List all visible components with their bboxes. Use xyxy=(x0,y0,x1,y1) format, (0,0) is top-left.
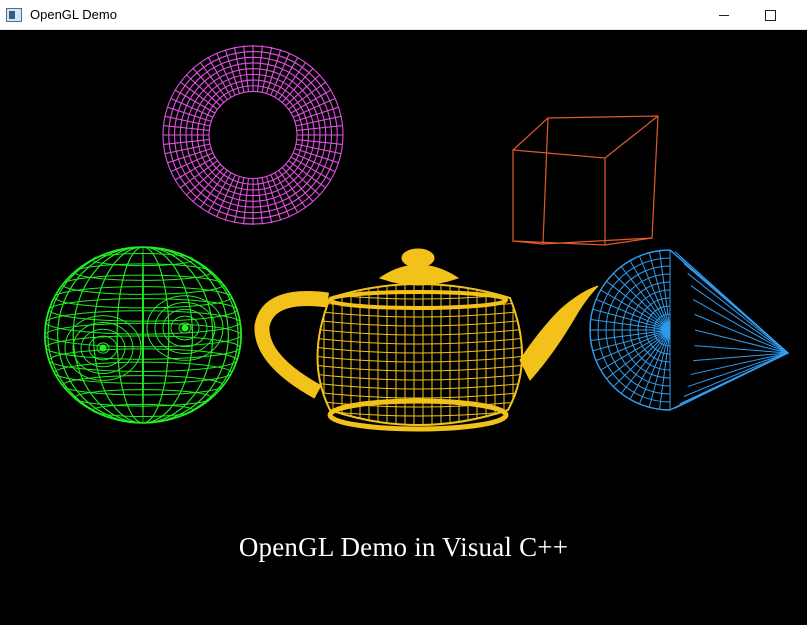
app-icon[interactable] xyxy=(6,7,22,22)
maximize-button[interactable] xyxy=(747,0,793,30)
teapot-wireframe xyxy=(254,248,599,432)
close-button-partial[interactable] xyxy=(793,0,807,30)
sphere-wireframe xyxy=(44,246,242,424)
window-title: OpenGL Demo xyxy=(30,7,117,22)
scene-caption: OpenGL Demo in Visual C++ xyxy=(238,532,569,562)
opengl-window: OpenGL Demo OpenGL Demo in Visual C++ xyxy=(0,0,807,625)
torus-wireframe xyxy=(162,45,344,225)
minimize-icon xyxy=(719,14,729,16)
cube-wireframe xyxy=(512,115,659,246)
cone-wireframe xyxy=(589,249,790,411)
title-bar[interactable]: OpenGL Demo xyxy=(0,0,807,30)
maximize-icon xyxy=(764,9,776,21)
minimize-button[interactable] xyxy=(701,0,747,30)
window-controls xyxy=(701,0,807,30)
